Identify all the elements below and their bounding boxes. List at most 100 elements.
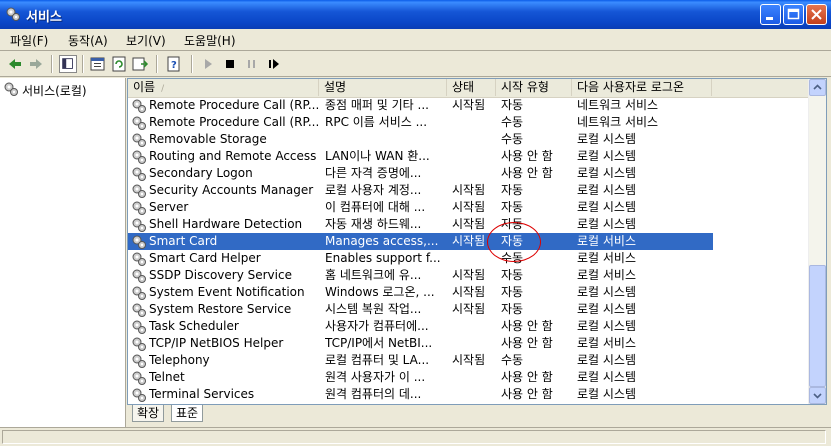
service-startup-type: 자동 [501,285,524,299]
column-header-startup-type[interactable]: 시작 유형 [496,79,572,96]
service-gear-icon [132,303,146,317]
menu-help[interactable]: 도움말(H) [184,32,236,49]
restart-service-icon[interactable] [265,55,283,73]
vertical-scrollbar[interactable] [808,79,826,404]
column-header-logon-as[interactable]: 다음 사용자로 로그온 [572,79,712,96]
service-gear-icon [132,269,146,283]
pause-service-icon[interactable] [243,55,261,73]
service-startup-type: 사용 안 함 [501,336,553,350]
service-gear-icon [132,218,146,232]
service-startup-type: 수동 [501,353,524,367]
service-status [452,114,496,131]
service-logon-as: 로컬 시스템 [577,200,637,214]
service-name: Smart Card Helper [149,251,261,265]
back-icon[interactable] [6,55,24,73]
service-startup-type: 사용 안 함 [501,387,553,401]
scroll-up-button[interactable] [809,79,826,96]
service-startup-type: 자동 [501,98,524,112]
stop-service-icon[interactable] [221,55,239,73]
table-row[interactable]: Secondary Logon 다른 자격 증명에... 사용 안 함 로컬 시스템 [128,165,810,182]
service-logon-as: 로컬 시스템 [577,149,637,163]
column-header-description[interactable]: 설명 [319,79,447,96]
show-console-tree-icon[interactable] [59,55,77,73]
service-logon-as: 로컬 시스템 [577,319,637,333]
help-icon[interactable]: ? [165,55,183,73]
service-status: 시작됨 [452,200,486,214]
service-logon-as: 로컬 시스템 [577,370,637,384]
service-startup-type: 자동 [501,268,524,282]
tree-item-services-local[interactable]: 서비스(로컬) [22,82,87,99]
service-gear-icon [132,201,146,215]
table-row[interactable]: Remote Procedure Call (RP... 종점 매퍼 및 기타 .… [128,97,810,114]
service-startup-type: 자동 [501,200,524,214]
service-status [452,250,496,267]
minimize-icon [766,17,773,20]
service-name: Shell Hardware Detection [149,217,303,231]
menu-view[interactable]: 보기(V) [126,32,166,49]
table-row[interactable]: Smart Card Helper Enables support f... 수동 로… [128,250,810,267]
service-name: Telnet [149,370,185,384]
properties-icon[interactable] [89,55,107,73]
service-status [452,318,496,335]
service-logon-as: 로컬 서비스 [577,234,637,248]
maximize-button[interactable] [783,4,804,25]
table-row[interactable]: TCP/IP NetBIOS Helper TCP/IP에서 NetBI... 사용… [128,335,810,352]
table-row[interactable]: Server 이 컴퓨터에 대해 ... 시작됨 자동 로컬 시스템 [128,199,810,216]
table-row[interactable]: Remote Procedure Call (RP... RPC 이름 서비스 .… [128,114,810,131]
table-row[interactable]: Shell Hardware Detection 자동 재생 하드웨... 시작됨 자… [128,216,810,233]
table-row[interactable]: Task Scheduler 사용자가 컴퓨터에... 사용 안 함 로컬 시스템 [128,318,810,335]
forward-icon[interactable] [27,55,45,73]
refresh-icon[interactable] [110,55,128,73]
service-gear-icon [132,184,146,198]
service-gear-icon [132,150,146,164]
service-description: Windows 로그온, ... [325,285,435,299]
service-gear-icon [132,99,146,113]
services-gear-icon [6,7,20,21]
menu-bar: 파일(F) 동작(A) 보기(V) 도움말(H) [0,29,831,51]
service-description: LAN이나 WAN 환... [325,149,430,163]
service-logon-as: 로컬 시스템 [577,183,637,197]
service-name: SSDP Discovery Service [149,268,292,282]
table-row[interactable]: Routing and Remote Access LAN이나 WAN 환... 사… [128,148,810,165]
table-row[interactable]: Security Accounts Manager 로컬 사용자 계정... 시작됨… [128,182,810,199]
services-list: 이름 / 설명 상태 시작 유형 다음 사용자로 로그온 Remote Proce… [127,78,827,405]
service-logon-as: 로컬 시스템 [577,387,637,401]
menu-action[interactable]: 동작(A) [68,32,108,49]
tab-standard[interactable]: 표준 [171,405,204,422]
service-gear-icon [132,388,146,402]
table-row[interactable]: System Restore Service 시스템 복원 작업... 시작됨 자동 로… [128,301,810,318]
service-description: RPC 이름 서비스 ... [325,115,428,129]
service-startup-type: 사용 안 함 [501,166,553,180]
service-logon-as: 로컬 서비스 [577,251,637,265]
table-row[interactable]: Removable Storage 수동 로컬 시스템 [128,131,810,148]
table-row[interactable]: Telephony 로컬 컴퓨터 및 LA... 시작됨 수동 로컬 시스템 [128,352,810,369]
service-description: 종점 매퍼 및 기타 ... [325,98,429,112]
table-row[interactable]: SSDP Discovery Service 홈 네트워크에 유... 시작됨 자동 로… [128,267,810,284]
service-gear-icon [132,320,146,334]
scroll-down-button[interactable] [809,387,826,404]
service-name: System Event Notification [149,285,305,299]
svg-text:?: ? [171,60,177,71]
sort-indicator: / [161,84,165,94]
table-row[interactable]: System Event Notification Windows 로그온, ..… [128,284,810,301]
service-logon-as: 네트워크 서비스 [577,98,659,112]
minimize-button[interactable] [760,4,781,25]
column-header-status[interactable]: 상태 [447,79,496,96]
column-header-name[interactable]: 이름 / [128,79,319,96]
title-bar[interactable]: 서비스 [0,0,831,29]
table-row[interactable]: Smart Card Manages access,... 시작됨 자동 로컬 서비스 [128,233,713,250]
service-startup-type: 수동 [501,132,524,146]
table-row[interactable]: Terminal Services 원격 컴퓨터의 데... 사용 안 함 로컬 시스… [128,386,810,403]
start-service-icon[interactable] [199,55,217,73]
menu-file[interactable]: 파일(F) [10,32,48,49]
service-startup-type: 사용 안 함 [501,149,553,163]
console-tree: 서비스(로컬) [0,78,126,427]
tab-extended[interactable]: 확장 [132,405,165,422]
close-button[interactable] [806,4,827,25]
scroll-thumb[interactable] [809,265,826,387]
table-row[interactable]: Telnet 원격 사용자가 이 ... 사용 안 함 로컬 시스템 [128,369,810,386]
export-list-icon[interactable] [131,55,149,73]
service-name: Telephony [149,353,210,367]
service-description: 시스템 복원 작업... [325,302,422,316]
service-name: Task Scheduler [149,319,239,333]
